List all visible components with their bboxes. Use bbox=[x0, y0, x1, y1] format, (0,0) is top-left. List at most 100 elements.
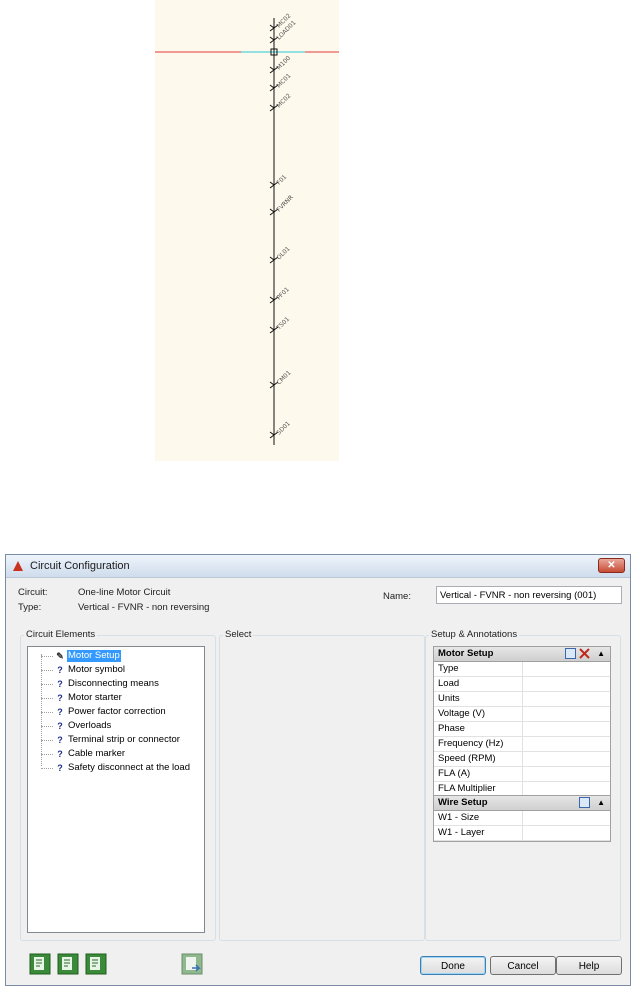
preview-symbol: F01 bbox=[269, 173, 288, 189]
wire-setup-header[interactable]: Wire Setup ▲ bbox=[434, 796, 610, 811]
tree-item-label: Cable marker bbox=[68, 748, 126, 759]
tree-item-label: Motor Setup bbox=[67, 650, 121, 662]
question-icon: ? bbox=[57, 749, 63, 759]
question-icon: ? bbox=[57, 665, 63, 675]
circuit-preview: M100 MC01 MC02 F01 FVRNR OL01 PF01 TS01 CM01 SD01… bbox=[155, 0, 339, 461]
type-label: Type: bbox=[18, 602, 42, 613]
tree-item[interactable]: ? Motor starter bbox=[28, 691, 204, 705]
tree-item[interactable]: ? Power factor correction bbox=[28, 705, 204, 719]
tree-item[interactable]: ? Disconnecting means bbox=[28, 677, 204, 691]
question-icon: ? bbox=[57, 679, 63, 689]
tree-branch-line bbox=[41, 754, 53, 755]
tree-item[interactable]: ? Cable marker bbox=[28, 747, 204, 761]
property-value-cell[interactable] bbox=[522, 677, 610, 691]
circuit-configuration-dialog: Circuit Configuration ✕ Circuit: One-lin… bbox=[5, 554, 631, 986]
preview-symbol: CM01 bbox=[269, 369, 293, 389]
property-value-cell[interactable] bbox=[522, 767, 610, 781]
motor-setup-grid[interactable]: Motor Setup ▲ Type Load Units Voltage (V) Ph… bbox=[433, 646, 611, 798]
tree-item-label: Motor starter bbox=[68, 692, 122, 703]
tree-branch-line bbox=[41, 684, 53, 685]
property-row[interactable]: Load bbox=[434, 677, 610, 692]
property-value-cell[interactable] bbox=[522, 692, 610, 706]
property-value-cell[interactable] bbox=[522, 782, 610, 796]
property-name: Speed (RPM) bbox=[438, 753, 496, 764]
property-row[interactable]: Voltage (V) bbox=[434, 707, 610, 722]
property-name: FLA (A) bbox=[438, 768, 471, 779]
symbol-tag: CM01 bbox=[275, 369, 292, 386]
property-name: Type bbox=[438, 663, 459, 674]
property-row[interactable]: Units bbox=[434, 692, 610, 707]
edit-properties-icon[interactable] bbox=[565, 648, 576, 659]
tree-item[interactable]: ✎ Motor Setup bbox=[28, 649, 204, 663]
question-icon: ? bbox=[57, 763, 63, 773]
property-value-cell[interactable] bbox=[522, 752, 610, 766]
title-bar[interactable]: Circuit Configuration ✕ bbox=[6, 555, 630, 578]
symbol-tag: MC02 bbox=[275, 92, 292, 109]
delete-icon[interactable] bbox=[579, 648, 590, 659]
property-name: Load bbox=[438, 678, 460, 689]
dialog-title: Circuit Configuration bbox=[30, 560, 130, 572]
property-row[interactable]: W1 - Size bbox=[434, 811, 610, 826]
tree-item-label: Overloads bbox=[68, 720, 112, 731]
tree-item[interactable]: ? Safety disconnect at the load bbox=[28, 761, 204, 775]
property-row[interactable]: Frequency (Hz) bbox=[434, 737, 610, 752]
pencil-icon: ✎ bbox=[56, 651, 64, 661]
property-name: FLA Multiplier bbox=[438, 783, 496, 794]
property-name: Voltage (V) bbox=[438, 708, 485, 719]
app-logo-icon bbox=[13, 561, 23, 571]
property-row[interactable]: Speed (RPM) bbox=[434, 752, 610, 767]
property-row[interactable]: Phase bbox=[434, 722, 610, 737]
circuit-value: One-line Motor Circuit bbox=[78, 587, 171, 598]
question-icon: ? bbox=[57, 735, 63, 745]
circuit-elements-tree[interactable]: ✎ Motor Setup? Motor symbol? Disconnecting … bbox=[27, 646, 205, 933]
symbol-tag: M100 bbox=[275, 55, 292, 72]
symbol-tag: OL01 bbox=[275, 245, 291, 261]
collapse-up-icon[interactable]: ▲ bbox=[597, 647, 605, 661]
tree-item-label: Motor symbol bbox=[68, 664, 126, 675]
question-icon: ? bbox=[57, 693, 63, 703]
property-value-cell[interactable] bbox=[522, 707, 610, 721]
wire-setup-grid[interactable]: Wire Setup ▲ W1 - Size W1 - Layer bbox=[433, 795, 611, 842]
property-row[interactable]: W1 - Layer bbox=[434, 826, 610, 841]
tree-item-label: Safety disconnect at the load bbox=[68, 762, 190, 773]
preview-symbol: TS01 bbox=[269, 316, 291, 334]
done-button[interactable]: Done bbox=[420, 956, 486, 975]
cancel-button[interactable]: Cancel bbox=[490, 956, 556, 975]
tree-item-label: Disconnecting means bbox=[68, 678, 159, 689]
property-value-cell[interactable] bbox=[522, 826, 610, 840]
setup-annotations-title: Setup & Annotations bbox=[429, 629, 520, 640]
property-name: Frequency (Hz) bbox=[438, 738, 504, 749]
property-row[interactable]: FLA (A) bbox=[434, 767, 610, 782]
close-button[interactable]: ✕ bbox=[598, 558, 625, 573]
tree-item[interactable]: ? Motor symbol bbox=[28, 663, 204, 677]
preview-symbol: M100 bbox=[269, 55, 292, 74]
property-value-cell[interactable] bbox=[522, 722, 610, 736]
property-name: W1 - Size bbox=[438, 812, 480, 823]
symbol-tag: MC01 bbox=[275, 72, 292, 89]
help-button[interactable]: Help bbox=[556, 956, 622, 975]
insert-circuit-icon[interactable] bbox=[57, 953, 79, 975]
name-input[interactable] bbox=[436, 586, 622, 604]
tree-item[interactable]: ? Terminal strip or connector bbox=[28, 733, 204, 747]
wire-setup-rows: W1 - Size W1 - Layer bbox=[434, 811, 610, 841]
copy-circuit-icon[interactable] bbox=[181, 953, 203, 975]
motor-setup-header[interactable]: Motor Setup ▲ bbox=[434, 647, 610, 662]
insert-circuit-icon[interactable] bbox=[29, 953, 51, 975]
motor-setup-rows: Type Load Units Voltage (V) Phase Frequency (… bbox=[434, 662, 610, 797]
property-value-cell[interactable] bbox=[522, 737, 610, 751]
symbol-tag: F01 bbox=[275, 173, 288, 186]
property-value-cell[interactable] bbox=[522, 662, 610, 676]
property-name: W1 - Layer bbox=[438, 827, 485, 838]
tree-item[interactable]: ? Overloads bbox=[28, 719, 204, 733]
property-value-cell[interactable] bbox=[522, 811, 610, 825]
symbol-tag: FVRNR bbox=[275, 194, 294, 213]
property-row[interactable]: Type bbox=[434, 662, 610, 677]
select-title: Select bbox=[223, 629, 254, 640]
collapse-up-icon[interactable]: ▲ bbox=[597, 796, 605, 810]
edit-properties-icon[interactable] bbox=[579, 797, 590, 808]
preview-symbol: PF01 bbox=[269, 286, 291, 304]
insert-circuit-icon[interactable] bbox=[85, 953, 107, 975]
tree-branch-line bbox=[41, 698, 53, 699]
circuit-label: Circuit: bbox=[18, 587, 48, 598]
tree-item-label: Power factor correction bbox=[68, 706, 166, 717]
